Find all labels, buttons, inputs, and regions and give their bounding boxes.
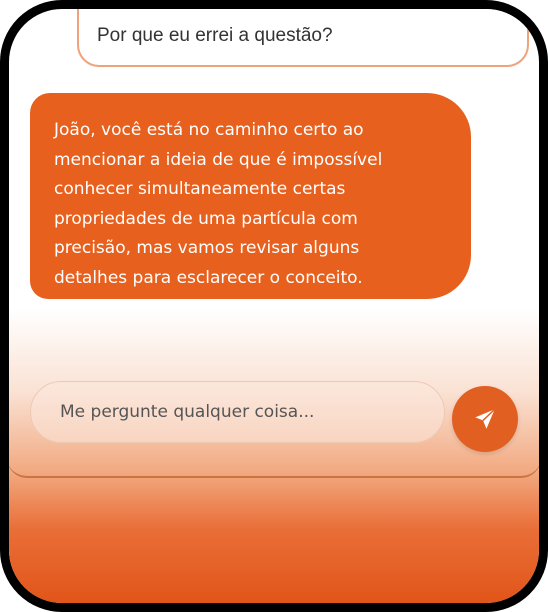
- user-message-bubble: Por que eu errei a questão?: [77, 9, 529, 67]
- assistant-message-line: detalhes para esclarecer o conceito.: [54, 267, 363, 288]
- user-message-text: Por que eu errei a questão?: [97, 25, 333, 46]
- assistant-message-bubble: João, você está no caminho certo ao menc…: [30, 93, 471, 299]
- assistant-message-line: propriedades de uma partícula com: [54, 208, 358, 229]
- assistant-message-line: mencionar a ideia de que é impossível: [54, 149, 383, 170]
- send-icon: [475, 408, 496, 429]
- assistant-message-line: João, você está no caminho certo ao: [54, 120, 364, 140]
- assistant-message-line: conhecer simultaneamente certas: [54, 179, 346, 199]
- phone-frame: Por que eu errei a questão? João, você e…: [0, 0, 548, 612]
- message-input-placeholder: Me pergunte qualquer coisa...: [60, 402, 315, 422]
- message-input[interactable]: Me pergunte qualquer coisa...: [30, 381, 445, 443]
- assistant-message-line: precisão, mas vamos revisar alguns: [54, 238, 360, 258]
- send-button[interactable]: [452, 386, 518, 452]
